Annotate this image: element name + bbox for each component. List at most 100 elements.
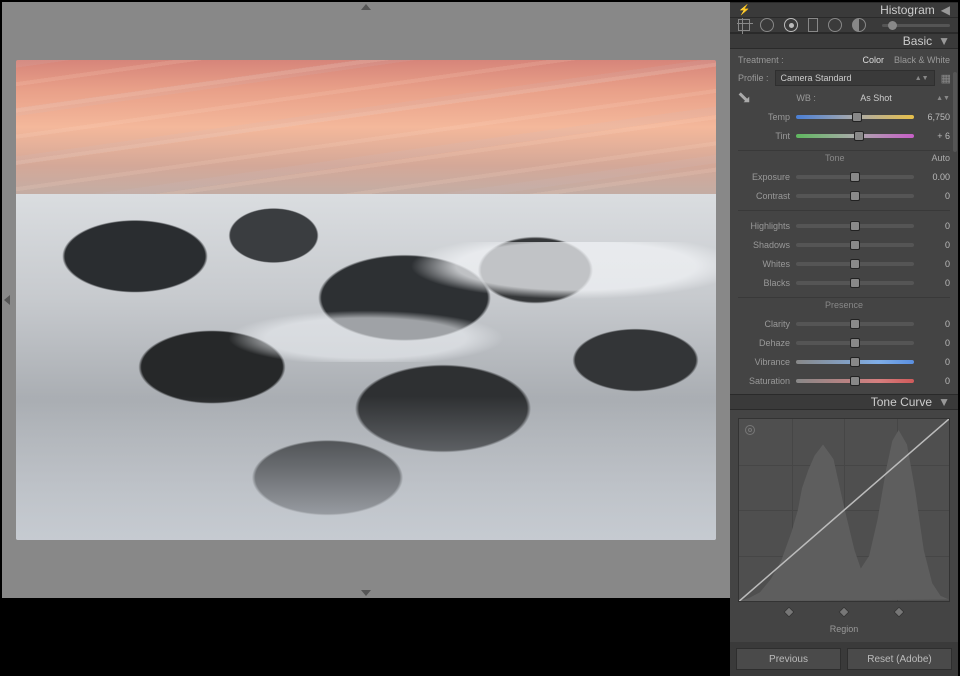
- highlights-slider-row: Highlights 0: [738, 219, 950, 233]
- tint-value[interactable]: + 6: [920, 131, 950, 141]
- temp-label: Temp: [738, 112, 790, 122]
- redeye-tool-icon[interactable]: [784, 18, 798, 32]
- collapse-bottom-icon[interactable]: [361, 590, 371, 596]
- temp-slider[interactable]: [796, 115, 914, 119]
- basic-title: Basic: [903, 34, 932, 48]
- spot-tool-icon[interactable]: [760, 18, 774, 32]
- vibrance-slider-row: Vibrance 0: [738, 355, 950, 369]
- tool-strip: [730, 18, 958, 33]
- wb-label: WB :: [796, 93, 816, 103]
- profile-dropdown[interactable]: Camera Standard ▲▼: [775, 70, 935, 86]
- contrast-slider[interactable]: [796, 194, 914, 198]
- whites-value[interactable]: 0: [920, 259, 950, 269]
- clarity-slider-row: Clarity 0: [738, 317, 950, 331]
- contrast-value[interactable]: 0: [920, 191, 950, 201]
- auto-button[interactable]: Auto: [931, 153, 950, 163]
- dehaze-label: Dehaze: [738, 338, 790, 348]
- tint-slider[interactable]: [796, 134, 914, 138]
- shadows-label: Shadows: [738, 240, 790, 250]
- caret-down-icon: ▼: [938, 395, 950, 409]
- shadows-value[interactable]: 0: [920, 240, 950, 250]
- exposure-label: Exposure: [738, 172, 790, 182]
- saturation-value[interactable]: 0: [920, 376, 950, 386]
- highlights-slider[interactable]: [796, 224, 914, 228]
- histogram-title: Histogram: [880, 3, 935, 17]
- previous-button[interactable]: Previous: [736, 648, 841, 670]
- shadows-slider[interactable]: [796, 243, 914, 247]
- highlights-label: Highlights: [738, 221, 790, 231]
- radial-filter-icon[interactable]: [828, 18, 842, 32]
- reset-button[interactable]: Reset (Adobe): [847, 648, 952, 670]
- dehaze-slider-row: Dehaze 0: [738, 336, 950, 350]
- shadows-slider-row: Shadows 0: [738, 238, 950, 252]
- vibrance-value[interactable]: 0: [920, 357, 950, 367]
- tone-curve-graph[interactable]: [738, 418, 950, 602]
- treatment-color[interactable]: Color: [862, 55, 884, 65]
- tint-slider-row: Tint + 6: [738, 129, 950, 143]
- exposure-slider-row: Exposure 0.00: [738, 170, 950, 184]
- caret-left-icon: ◀: [941, 3, 950, 17]
- tone-curve-region-label: Region: [738, 624, 950, 634]
- clarity-slider[interactable]: [796, 322, 914, 326]
- develop-panel: ⚡ Histogram ◀ Basic ▼ Treatment : Color Bl…: [730, 2, 958, 598]
- saturation-slider-row: Saturation 0: [738, 374, 950, 388]
- saturation-slider[interactable]: [796, 379, 914, 383]
- wb-preset[interactable]: As Shot: [860, 93, 892, 103]
- mask-slider[interactable]: [882, 24, 950, 27]
- vibrance-slider[interactable]: [796, 360, 914, 364]
- panel-scrollbar[interactable]: [953, 72, 957, 152]
- collapse-left-icon[interactable]: [4, 295, 10, 305]
- temp-value[interactable]: 6,750: [920, 112, 950, 122]
- treatment-row: Treatment : Color Black & White: [738, 55, 950, 65]
- clarity-label: Clarity: [738, 319, 790, 329]
- dehaze-value[interactable]: 0: [920, 338, 950, 348]
- collapse-top-icon[interactable]: [361, 4, 371, 10]
- tone-curve-range-handles[interactable]: [738, 608, 950, 618]
- eyedropper-icon[interactable]: [735, 88, 755, 108]
- saturation-label: Saturation: [738, 376, 790, 386]
- photo-preview[interactable]: [16, 60, 716, 540]
- treatment-bw[interactable]: Black & White: [894, 55, 950, 65]
- adjustment-brush-icon[interactable]: [852, 18, 866, 32]
- whites-label: Whites: [738, 259, 790, 269]
- blacks-slider-row: Blacks 0: [738, 276, 950, 290]
- contrast-label: Contrast: [738, 191, 790, 201]
- tone-curve-body: Region: [730, 410, 958, 642]
- dehaze-slider[interactable]: [796, 341, 914, 345]
- whites-slider-row: Whites 0: [738, 257, 950, 271]
- highlights-value[interactable]: 0: [920, 221, 950, 231]
- wb-row: WB : As Shot ▲▼: [738, 91, 950, 105]
- vibrance-label: Vibrance: [738, 357, 790, 367]
- histogram-header[interactable]: ⚡ Histogram ◀: [730, 2, 958, 18]
- profile-row: Profile : Camera Standard ▲▼ ▦: [738, 70, 950, 86]
- contrast-slider-row: Contrast 0: [738, 189, 950, 203]
- tone-label: Tone: [738, 153, 931, 163]
- footer-buttons: Previous Reset (Adobe): [730, 642, 958, 676]
- bolt-icon: ⚡: [738, 5, 750, 16]
- blacks-label: Blacks: [738, 278, 790, 288]
- treatment-label: Treatment :: [738, 55, 784, 65]
- blacks-slider[interactable]: [796, 281, 914, 285]
- image-canvas[interactable]: [2, 2, 730, 598]
- temp-slider-row: Temp 6,750: [738, 110, 950, 124]
- presence-subheader: Presence: [738, 297, 950, 312]
- tone-subheader: ToneAuto: [738, 150, 950, 165]
- chevron-updown-icon[interactable]: ▲▼: [936, 95, 950, 102]
- chevron-updown-icon: ▲▼: [915, 75, 929, 82]
- basic-header[interactable]: Basic ▼: [730, 33, 958, 49]
- tone-curve-header[interactable]: Tone Curve ▼: [730, 394, 958, 410]
- exposure-slider[interactable]: [796, 175, 914, 179]
- tone-curve-title: Tone Curve: [871, 395, 932, 409]
- profile-value: Camera Standard: [781, 73, 852, 83]
- exposure-value[interactable]: 0.00: [920, 172, 950, 182]
- whites-slider[interactable]: [796, 262, 914, 266]
- profile-label: Profile :: [738, 73, 769, 83]
- graduated-filter-icon[interactable]: [808, 18, 818, 32]
- tint-label: Tint: [738, 131, 790, 141]
- profile-browser-icon[interactable]: ▦: [941, 72, 950, 85]
- caret-down-icon: ▼: [938, 34, 950, 48]
- blacks-value[interactable]: 0: [920, 278, 950, 288]
- basic-panel-body: Treatment : Color Black & White Profile …: [730, 49, 958, 394]
- clarity-value[interactable]: 0: [920, 319, 950, 329]
- crop-tool-icon[interactable]: [738, 19, 750, 31]
